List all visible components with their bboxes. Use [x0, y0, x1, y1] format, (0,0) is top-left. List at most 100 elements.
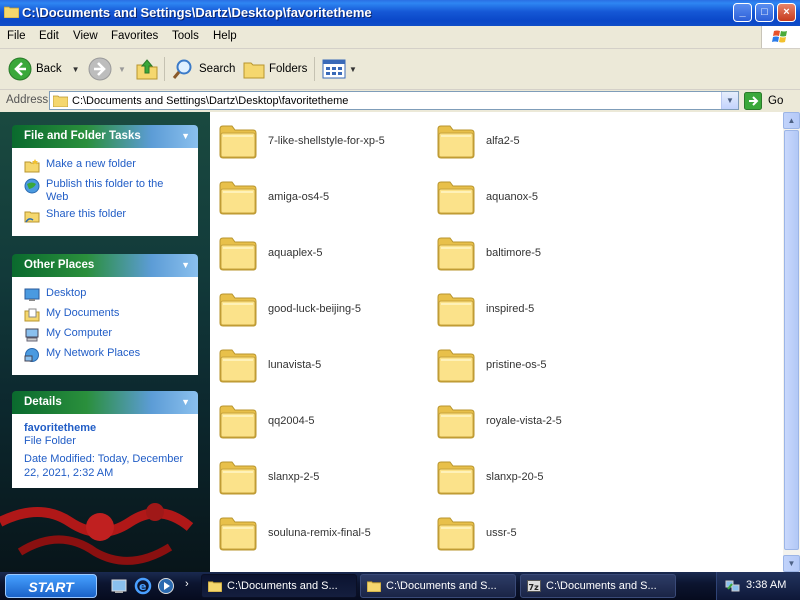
views-button[interactable]: ▼ — [322, 55, 357, 83]
folder-item[interactable]: aquanox-5 — [436, 175, 646, 219]
collapse-chevron-icon[interactable]: ▼ — [181, 391, 190, 414]
search-icon — [172, 59, 192, 79]
folder-icon — [437, 405, 475, 439]
back-button[interactable]: Back ▼ — [8, 55, 80, 83]
back-dropdown-icon[interactable]: ▼ — [72, 65, 80, 74]
menu-view[interactable]: View — [73, 30, 98, 42]
network-tray-icon[interactable] — [725, 579, 741, 593]
folders-button[interactable]: Folders — [243, 55, 307, 83]
folder-icon — [437, 293, 475, 327]
forward-arrow-icon — [88, 57, 112, 81]
folder-item[interactable]: lunavista-5 — [218, 343, 428, 387]
place-desktop[interactable]: Desktop — [24, 287, 186, 303]
menu-tools[interactable]: Tools — [172, 30, 199, 42]
up-folder-button[interactable] — [135, 55, 159, 83]
folder-item[interactable]: slanxp-2-5 — [218, 455, 428, 499]
my-computer-icon — [25, 328, 39, 342]
details-panel: Details ▼ favoritetheme File Folder Date… — [12, 391, 198, 488]
taskbar-button-explorer-1[interactable]: C:\Documents and S... — [201, 574, 357, 598]
scroll-thumb[interactable] — [784, 130, 799, 550]
place-my-computer[interactable]: My Computer — [24, 327, 186, 343]
folder-icon — [437, 181, 475, 215]
menu-favorites[interactable]: Favorites — [111, 30, 158, 42]
menu-edit[interactable]: Edit — [39, 30, 59, 42]
folder-item[interactable]: good-luck-beijing-5 — [218, 287, 428, 331]
forward-button[interactable]: ▼ — [88, 55, 126, 83]
collapse-chevron-icon[interactable]: ▼ — [181, 125, 190, 148]
share-folder-icon — [24, 211, 40, 223]
svg-text:e: e — [139, 580, 146, 593]
minimize-button[interactable]: _ — [733, 3, 752, 22]
toolbar: Back ▼ ▼ Search Folders ▼ — [0, 49, 800, 90]
folder-icon — [219, 237, 257, 271]
folder-icon — [219, 181, 257, 215]
decorative-swirl — [0, 503, 194, 565]
menu-help[interactable]: Help — [213, 30, 237, 42]
title-bar[interactable]: C:\Documents and Settings\Dartz\Desktop\… — [0, 0, 800, 26]
folder-icon — [219, 293, 257, 327]
address-dropdown-icon[interactable]: ▼ — [721, 92, 738, 109]
network-places-icon — [24, 348, 39, 362]
folder-item[interactable]: aquaplex-5 — [218, 231, 428, 275]
toolbar-separator — [314, 57, 315, 81]
views-icon — [322, 59, 346, 79]
folder-icon — [437, 517, 475, 551]
address-field[interactable]: C:\Documents and Settings\Dartz\Desktop\… — [49, 91, 739, 110]
quicklaunch-media-player-icon[interactable] — [157, 577, 175, 595]
folder-item[interactable]: alfa2-5 — [436, 119, 646, 163]
folder-name: good-luck-beijing-5 — [268, 303, 361, 315]
go-button[interactable]: Go — [744, 92, 783, 110]
folder-item[interactable]: qq2004-5 — [218, 399, 428, 443]
task-publish-to-web[interactable]: Publish this folder to the Web — [24, 178, 186, 204]
quicklaunch-expand-icon[interactable]: › — [185, 578, 189, 590]
folder-item[interactable]: ussr-5 — [436, 511, 646, 555]
folder-item[interactable]: inspired-5 — [436, 287, 646, 331]
back-arrow-icon — [8, 57, 32, 81]
place-my-documents[interactable]: My Documents — [24, 307, 186, 323]
folder-name: slanxp-2-5 — [268, 471, 320, 483]
file-folder-tasks-panel: File and Folder Tasks ▼ Make a new folde… — [12, 125, 198, 236]
quicklaunch-ie-icon[interactable]: e — [134, 577, 152, 595]
folder-icon — [437, 349, 475, 383]
folder-item[interactable]: royale-vista-2-5 — [436, 399, 646, 443]
search-button[interactable]: Search — [171, 55, 235, 83]
folder-icon — [437, 125, 475, 159]
other-places-panel: Other Places ▼ Desktop My Documents My C… — [12, 254, 198, 375]
collapse-chevron-icon[interactable]: ▼ — [181, 254, 190, 277]
file-folder-tasks-header[interactable]: File and Folder Tasks ▼ — [12, 125, 198, 148]
scroll-up-button[interactable]: ▲ — [783, 112, 800, 129]
folder-item[interactable]: pristine-os-5 — [436, 343, 646, 387]
folder-item[interactable]: souluna-remix-final-5 — [218, 511, 428, 555]
folder-name: aquanox-5 — [486, 191, 538, 203]
window-title: C:\Documents and Settings\Dartz\Desktop\… — [22, 5, 372, 20]
details-modified: Date Modified: Today, December 22, 2021,… — [24, 453, 184, 479]
close-button[interactable]: × — [777, 3, 796, 22]
archive-app-icon: 7z — [527, 580, 541, 592]
folder-icon — [219, 349, 257, 383]
folder-view[interactable]: 7-like-shellstyle-for-xp-5 alfa2-5 amiga-o… — [210, 112, 783, 572]
taskbar-button-archive[interactable]: 7z C:\Documents and S... — [520, 574, 676, 598]
task-pane: File and Folder Tasks ▼ Make a new folde… — [0, 112, 210, 572]
scroll-down-button[interactable]: ▼ — [783, 555, 800, 572]
other-places-header[interactable]: Other Places ▼ — [12, 254, 198, 277]
menu-file[interactable]: File — [7, 30, 26, 42]
folder-icon — [367, 581, 381, 592]
folder-item[interactable]: amiga-os4-5 — [218, 175, 428, 219]
folder-name: pristine-os-5 — [486, 359, 547, 371]
task-share-folder[interactable]: Share this folder — [24, 208, 186, 224]
folder-icon — [219, 405, 257, 439]
folder-item[interactable]: baltimore-5 — [436, 231, 646, 275]
folder-icon — [4, 6, 19, 18]
views-dropdown-icon: ▼ — [349, 64, 357, 74]
folder-item[interactable]: slanxp-20-5 — [436, 455, 646, 499]
taskbar-button-explorer-2[interactable]: C:\Documents and S... — [360, 574, 516, 598]
place-my-network[interactable]: My Network Places — [24, 347, 186, 363]
task-make-new-folder[interactable]: Make a new folder — [24, 158, 186, 174]
quicklaunch-explorer-icon[interactable] — [110, 577, 128, 595]
start-button[interactable]: START — [5, 574, 97, 598]
maximize-button[interactable]: □ — [755, 3, 774, 22]
vertical-scrollbar[interactable]: ▲ ▼ — [783, 112, 800, 572]
folder-name: aquaplex-5 — [268, 247, 323, 259]
details-header[interactable]: Details ▼ — [12, 391, 198, 414]
folder-item[interactable]: 7-like-shellstyle-for-xp-5 — [218, 119, 428, 163]
